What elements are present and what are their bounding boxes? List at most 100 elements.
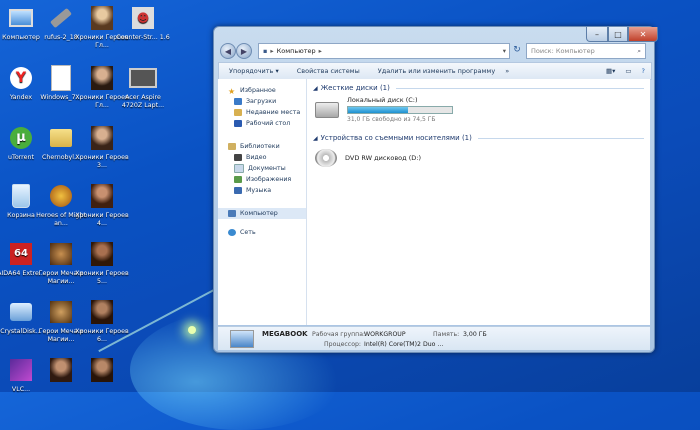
nav-network[interactable]: Сеть xyxy=(218,227,306,238)
system-properties-button[interactable]: Свойства системы xyxy=(297,67,360,75)
removable-group-header[interactable]: ◢ Устройства со съемными носителями (1) xyxy=(307,132,650,144)
organize-button[interactable]: Упорядочить ▾ xyxy=(229,67,279,75)
memory-label: Память: xyxy=(433,331,460,338)
computer-name: MEGABOOK xyxy=(262,330,308,338)
search-placeholder: Поиск: Компьютер xyxy=(531,47,595,55)
desktop-icon-counter-strike[interactable]: ☻ Counter-Str... 1.6 xyxy=(116,4,170,42)
nav-item-desktop[interactable]: Рабочий стол xyxy=(218,118,306,129)
utorrent-icon: µ xyxy=(7,124,35,152)
nav-item-recent-places[interactable]: Недавние места xyxy=(218,107,306,118)
address-dropdown-icon[interactable]: ▾ xyxy=(503,47,506,55)
search-box[interactable]: Поиск: Компьютер ⌕ xyxy=(526,43,646,59)
documents-icon xyxy=(234,164,244,173)
explorer-window[interactable]: – □ ✕ ◀ ▶ ▪ ▸ Компьютер ▸ ▾ ↻ Поиск: Ком… xyxy=(213,26,658,353)
yandex-browser-icon: Y xyxy=(7,64,35,92)
navigation-pane: ★ Избранное Загрузки Недавние места Рабоч… xyxy=(218,79,307,325)
nav-favorites[interactable]: ★ Избранное xyxy=(218,85,306,96)
address-chevron-icon: ▸ xyxy=(270,47,274,55)
heroes-icon xyxy=(47,240,75,268)
game-character-icon xyxy=(88,356,116,384)
game-character-icon xyxy=(88,298,116,326)
dvd-drive-item[interactable]: DVD RW дисковод (D:) xyxy=(307,144,650,170)
address-chevron-icon: ▸ xyxy=(318,47,322,55)
desktop-icon-acer-laptop[interactable]: Acer Aspire 4720Z Lapt... xyxy=(116,64,170,110)
close-button[interactable]: ✕ xyxy=(628,27,658,42)
heroes-icon xyxy=(47,298,75,326)
crystaldisk-icon xyxy=(7,298,35,326)
desktop-icon xyxy=(234,120,242,127)
nav-item-downloads[interactable]: Загрузки xyxy=(218,96,306,107)
computer-large-icon xyxy=(230,330,254,348)
command-bar: Упорядочить ▾ Свойства системы Удалить и… xyxy=(218,62,652,80)
nav-item-video[interactable]: Видео xyxy=(218,152,306,163)
workgroup-label: Рабочая группа: xyxy=(312,331,366,338)
nav-computer[interactable]: Компьютер xyxy=(218,208,306,219)
forward-button[interactable]: ▶ xyxy=(236,43,252,59)
star-icon: ★ xyxy=(228,87,236,96)
content-pane: ◢ Жесткие диски (1) Локальный диск (C:) … xyxy=(307,79,650,325)
dvd-drive-icon xyxy=(315,149,337,167)
aida64-icon: 64 xyxy=(7,240,35,268)
cpu-label: Процессор: xyxy=(324,341,361,348)
hdd-group-header[interactable]: ◢ Жесткие диски (1) xyxy=(307,82,650,94)
cs-logo-icon: ☻ xyxy=(129,4,157,32)
drive-c-free-space: 31,0 ГБ свободно из 74,5 ГБ xyxy=(347,116,436,123)
app-icon xyxy=(7,356,35,384)
back-arrow-icon: ◀ xyxy=(224,46,232,56)
heroes-icon xyxy=(47,182,75,210)
libraries-icon xyxy=(228,143,236,150)
nav-libraries[interactable]: Библиотеки xyxy=(218,141,306,152)
desktop-icon-heroes-chronicles-3[interactable]: Хроники Героев 3... xyxy=(75,124,129,170)
usb-drive-icon xyxy=(47,4,75,32)
uninstall-program-button[interactable]: Удалить или изменить программу xyxy=(378,67,495,75)
collapse-icon: ◢ xyxy=(313,134,318,142)
drive-usage-bar xyxy=(347,106,453,114)
desktop-icon-heroes-chronicles-4[interactable]: Хроники Героев 4... xyxy=(75,182,129,228)
downloads-icon xyxy=(234,98,242,105)
drive-c-item[interactable]: Локальный диск (C:) 31,0 ГБ свободно из … xyxy=(307,94,650,128)
game-character-icon xyxy=(88,124,116,152)
pictures-icon xyxy=(234,176,242,183)
folder-icon xyxy=(47,124,75,152)
nav-item-music[interactable]: Музыка xyxy=(218,185,306,196)
cpu-value: Intel(R) Core(TM)2 Duo ... xyxy=(364,341,444,348)
refresh-icon[interactable]: ↻ xyxy=(511,43,523,57)
hard-drive-icon xyxy=(315,102,339,118)
file-icon xyxy=(47,64,75,92)
preview-pane-icon[interactable]: ▭ xyxy=(625,67,631,75)
desktop-icon-heroes-chronicles-6[interactable]: Хроники Героев 6... xyxy=(75,298,129,344)
recent-places-icon xyxy=(234,109,242,116)
computer-icon xyxy=(228,210,236,217)
video-icon xyxy=(234,154,242,161)
network-icon xyxy=(228,229,236,236)
nav-item-documents[interactable]: Документы xyxy=(218,163,306,174)
music-icon xyxy=(234,187,242,194)
drive-usage-fill xyxy=(348,107,409,113)
game-character-icon xyxy=(47,356,75,384)
window-controls: – □ ✕ xyxy=(586,27,658,42)
dvd-drive-name: DVD RW дисковод (D:) xyxy=(345,154,421,162)
workgroup-value: WORKGROUP xyxy=(364,331,406,338)
view-options-icon[interactable]: ▦▾ xyxy=(606,67,615,75)
desktop-icon-heroes-chronicles-5[interactable]: Хроники Героев 5... xyxy=(75,240,129,286)
address-bar[interactable]: ▪ ▸ Компьютер ▸ ▾ xyxy=(258,43,510,59)
recycle-bin-icon xyxy=(7,182,35,210)
back-button[interactable]: ◀ xyxy=(220,43,236,59)
game-character-icon xyxy=(88,182,116,210)
forward-arrow-icon: ▶ xyxy=(240,46,248,56)
help-icon[interactable]: ? xyxy=(642,67,645,75)
address-segment-computer[interactable]: Компьютер xyxy=(277,47,316,55)
desktop-icon-game-8[interactable] xyxy=(75,356,129,386)
more-commands-button[interactable]: » xyxy=(505,67,509,75)
game-character-icon xyxy=(88,64,116,92)
nav-item-pictures[interactable]: Изображения xyxy=(218,174,306,185)
details-pane: MEGABOOK Рабочая группа: WORKGROUP Памят… xyxy=(218,326,650,350)
memory-value: 3,00 ГБ xyxy=(463,331,487,338)
minimize-button[interactable]: – xyxy=(586,27,608,42)
game-character-icon xyxy=(88,4,116,32)
maximize-button[interactable]: □ xyxy=(608,27,628,42)
collapse-icon: ◢ xyxy=(313,84,318,92)
laptop-icon xyxy=(129,64,157,92)
drive-c-name: Локальный диск (C:) xyxy=(347,96,418,104)
computer-small-icon: ▪ xyxy=(263,47,268,55)
